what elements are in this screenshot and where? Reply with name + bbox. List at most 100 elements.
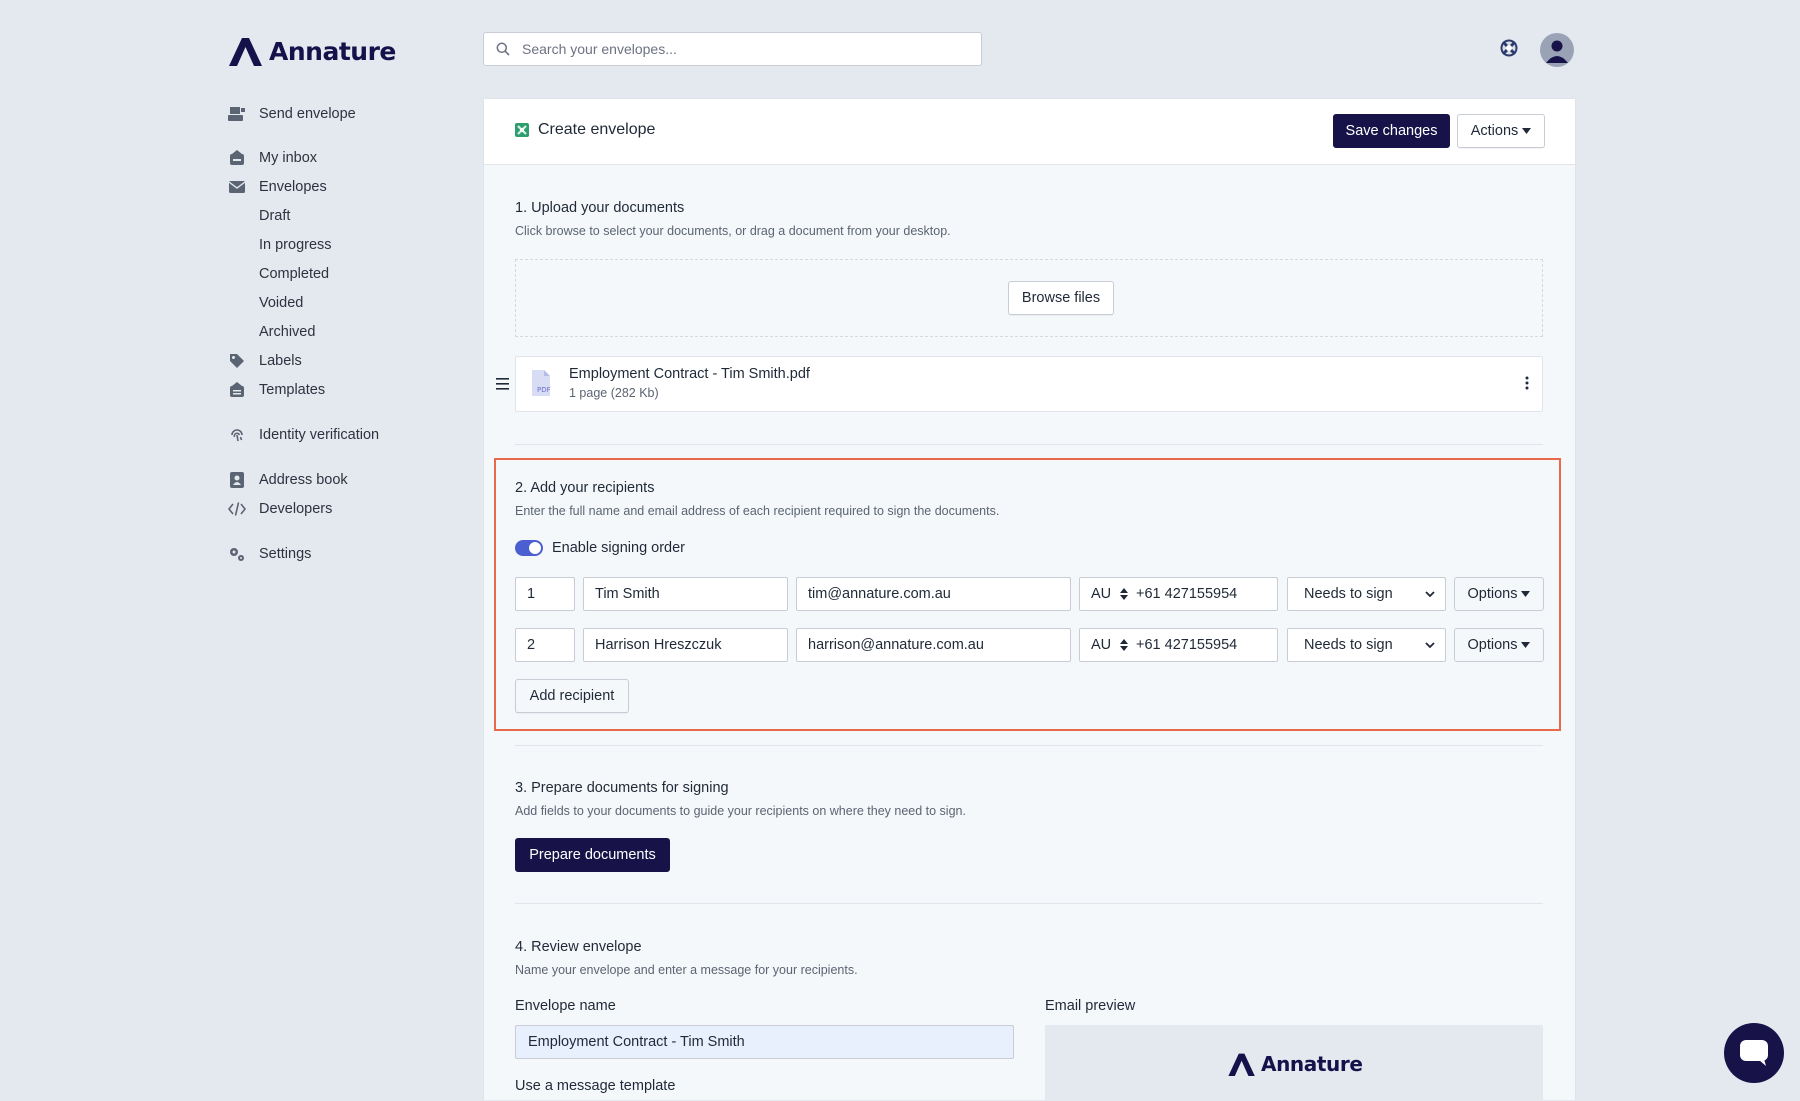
save-changes-button[interactable]: Save changes (1333, 114, 1450, 148)
document-row[interactable]: PDF Employment Contract - Tim Smith.pdf … (515, 356, 1543, 412)
caret-down-icon (1522, 128, 1532, 134)
add-recipient-button[interactable]: Add recipient (515, 679, 629, 713)
country-code-select[interactable]: AU (1080, 586, 1128, 602)
section-divider (515, 745, 1543, 746)
recipient-email-input[interactable] (796, 628, 1071, 662)
recipient-phone-field: AU (1079, 577, 1278, 611)
sidebar-item-settings[interactable]: Settings (228, 542, 311, 566)
chat-bubble-icon (1740, 1040, 1768, 1066)
sidebar-item-voided[interactable]: Voided (259, 292, 303, 314)
upload-section-desc: Click browse to select your documents, o… (515, 224, 951, 238)
country-code-value: AU (1091, 586, 1112, 602)
recipient-options-button[interactable]: Options (1454, 628, 1544, 662)
prepare-section-desc: Add fields to your documents to guide yo… (515, 804, 966, 818)
document-meta: 1 page (282 Kb) (569, 386, 659, 400)
more-options-icon[interactable] (1525, 376, 1533, 392)
code-icon (228, 500, 246, 518)
country-code-select[interactable]: AU (1080, 637, 1128, 653)
email-preview-label: Email preview (1045, 998, 1136, 1014)
envelope-status-icon (515, 123, 529, 137)
recipients-section-desc: Enter the full name and email address of… (515, 504, 1000, 518)
sidebar-item-label: Identity verification (259, 427, 380, 443)
sidebar-item-identity-verification[interactable]: Identity verification (228, 423, 379, 447)
prepare-documents-button[interactable]: Prepare documents (515, 838, 670, 872)
envelope-name-label: Envelope name (515, 998, 616, 1014)
sidebar-item-label: Address book (259, 472, 348, 488)
sidebar-item-label: Labels (259, 353, 302, 369)
recipient-name-input[interactable] (583, 577, 788, 611)
phone-number-input[interactable] (1134, 636, 1248, 654)
sidebar-item-label: Send envelope (259, 106, 356, 122)
fingerprint-icon (228, 426, 246, 444)
sidebar-item-label: Developers (259, 501, 333, 517)
page-title-text: Create envelope (538, 121, 656, 138)
recipient-order-input[interactable] (515, 628, 575, 662)
recipient-email-input[interactable] (796, 577, 1071, 611)
chat-launcher-button[interactable] (1724, 1023, 1784, 1083)
recipient-options-button[interactable]: Options (1454, 577, 1544, 611)
recipient-phone-field: AU (1079, 628, 1278, 662)
sidebar-item-address-book[interactable]: Address book (228, 468, 348, 492)
recipients-section-title: 2. Add your recipients (515, 480, 655, 496)
inbox-icon (228, 149, 246, 167)
upload-section-title: 1. Upload your documents (515, 200, 685, 216)
caret-down-icon (1521, 591, 1531, 597)
sidebar-item-templates[interactable]: Templates (228, 378, 325, 402)
recipient-order-input[interactable] (515, 577, 575, 611)
brand-logo[interactable]: Annature (229, 36, 396, 66)
envelope-name-input[interactable] (515, 1025, 1014, 1059)
sidebar-item-completed[interactable]: Completed (259, 263, 329, 285)
recipient-role-value: Needs to sign (1304, 586, 1393, 602)
gears-icon (228, 545, 246, 563)
page-title: Create envelope (515, 121, 655, 139)
annature-logo-icon (1228, 1053, 1255, 1076)
sidebar-item-send-envelope[interactable]: Send envelope (228, 102, 356, 126)
caret-down-icon (1521, 642, 1531, 648)
browse-files-button[interactable]: Browse files (1008, 281, 1114, 315)
support-icon[interactable] (1499, 38, 1519, 58)
actions-button-label: Actions (1470, 123, 1519, 139)
options-button-label: Options (1467, 637, 1518, 653)
recipient-name-input[interactable] (583, 628, 788, 662)
search-input[interactable] (520, 40, 964, 58)
file-dropzone[interactable]: Browse files (515, 259, 1543, 337)
sidebar-item-developers[interactable]: Developers (228, 497, 332, 521)
actions-button[interactable]: Actions (1457, 114, 1545, 148)
chevron-down-icon (1425, 590, 1435, 597)
phone-number-input[interactable] (1134, 585, 1248, 603)
annature-logo-icon (229, 38, 262, 66)
tag-icon (228, 352, 246, 370)
sidebar-item-label: Envelopes (259, 179, 327, 195)
recipient-role-select[interactable]: Needs to sign (1287, 577, 1446, 611)
options-button-label: Options (1467, 586, 1518, 602)
preview-brand-name: Annature (1261, 1052, 1363, 1076)
drag-handle-icon[interactable] (496, 377, 509, 395)
section-divider (515, 444, 1543, 445)
chevron-down-icon (1425, 641, 1435, 648)
preview-logo: Annature (1228, 1052, 1363, 1076)
sidebar-item-archived[interactable]: Archived (259, 321, 315, 343)
template-icon (228, 381, 246, 399)
brand-name: Annature (269, 36, 396, 66)
signing-order-label: Enable signing order (552, 540, 686, 556)
sidebar-item-label: Templates (259, 382, 326, 398)
signing-order-toggle[interactable] (515, 540, 543, 556)
sidebar-item-labels[interactable]: Labels (228, 349, 302, 373)
message-template-label: Use a message template (515, 1078, 676, 1094)
review-section-desc: Name your envelope and enter a message f… (515, 963, 858, 977)
card-header: Create envelope Save changes Actions (484, 99, 1575, 165)
search-box[interactable] (483, 32, 982, 66)
country-code-value: AU (1091, 637, 1112, 653)
sidebar-item-my-inbox[interactable]: My inbox (228, 146, 317, 170)
envelope-icon (228, 178, 246, 196)
recipient-role-select[interactable]: Needs to sign (1287, 628, 1446, 662)
sidebar-item-in-progress[interactable]: In progress (259, 234, 332, 256)
pdf-badge: PDF (537, 386, 551, 394)
user-avatar-icon[interactable] (1540, 33, 1574, 67)
sidebar-item-draft[interactable]: Draft (259, 205, 290, 227)
up-down-arrows-icon (1120, 588, 1128, 600)
section-divider (515, 903, 1543, 904)
send-envelope-icon (228, 105, 246, 123)
email-preview: Annature (1045, 1025, 1543, 1101)
sidebar-item-envelopes[interactable]: Envelopes (228, 175, 327, 199)
